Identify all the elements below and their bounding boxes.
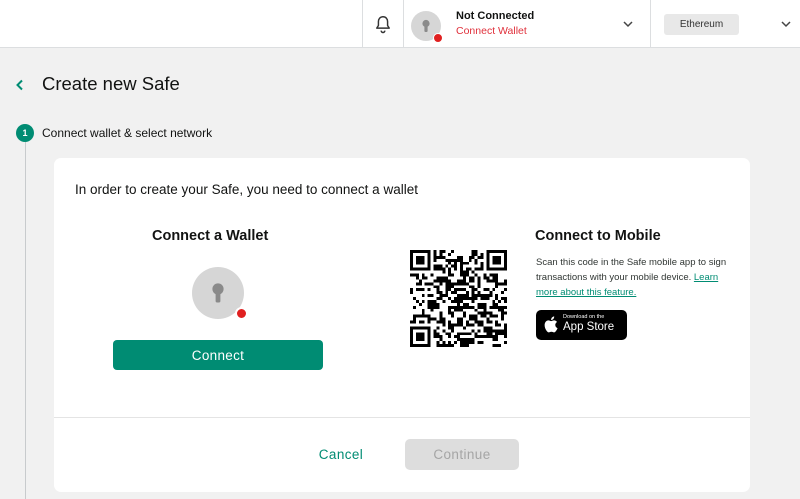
app-store-badge[interactable]: Download on the App Store <box>536 310 627 340</box>
connection-status: Not Connected <box>456 10 535 22</box>
connect-mobile-description: Scan this code in the Safe mobile app to… <box>536 255 736 300</box>
cancel-button[interactable]: Cancel <box>311 442 371 466</box>
status-dot <box>433 33 443 43</box>
stepper-line <box>25 142 26 499</box>
divider <box>650 0 651 48</box>
chevron-left-icon[interactable] <box>12 76 28 94</box>
bell-icon[interactable] <box>372 14 394 36</box>
connect-mobile-heading: Connect to Mobile <box>535 228 661 244</box>
top-bar: Not Connected Connect Wallet Ethereum <box>0 0 800 48</box>
chevron-down-icon[interactable] <box>621 17 635 31</box>
connect-wallet-link[interactable]: Connect Wallet <box>456 25 527 37</box>
app-store-big-text: App Store <box>563 321 615 333</box>
step-number: 1 <box>16 124 34 142</box>
step-label: Connect wallet & select network <box>42 126 213 140</box>
divider <box>403 0 404 48</box>
wallet-avatar <box>411 11 443 43</box>
connect-wallet-heading: Connect a Wallet <box>152 228 269 244</box>
connect-button[interactable]: Connect <box>113 340 323 370</box>
wallet-avatar <box>192 267 248 320</box>
page-title: Create new Safe <box>42 73 180 94</box>
card-divider <box>54 417 750 418</box>
apple-icon <box>544 316 558 333</box>
card-intro-text: In order to create your Safe, you need t… <box>75 182 418 197</box>
chevron-down-icon[interactable] <box>779 17 793 31</box>
connect-wallet-card: In order to create your Safe, you need t… <box>54 158 750 492</box>
continue-button[interactable]: Continue <box>405 439 519 470</box>
app-store-small-text: Download on the <box>563 314 605 320</box>
divider <box>362 0 363 48</box>
status-dot <box>235 307 248 320</box>
qr-code <box>410 250 507 347</box>
network-badge[interactable]: Ethereum <box>664 14 739 35</box>
